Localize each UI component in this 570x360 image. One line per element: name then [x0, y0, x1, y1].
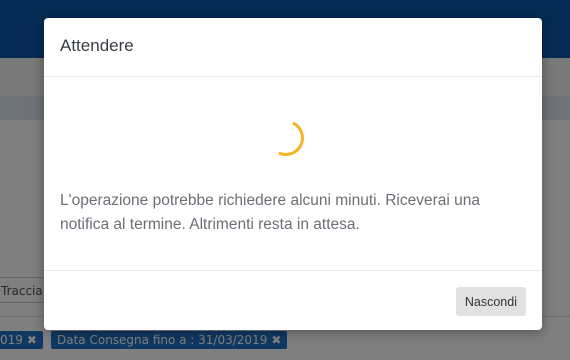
loading-spinner-icon — [262, 114, 310, 162]
dialog-footer: Nascondi — [44, 270, 542, 330]
wait-dialog: Attendere L'operazione potrebbe richiede… — [44, 18, 542, 330]
dialog-title: Attendere — [60, 36, 134, 55]
dialog-message: L'operazione potrebbe richiedere alcuni … — [60, 192, 480, 233]
hide-button[interactable]: Nascondi — [455, 287, 526, 316]
